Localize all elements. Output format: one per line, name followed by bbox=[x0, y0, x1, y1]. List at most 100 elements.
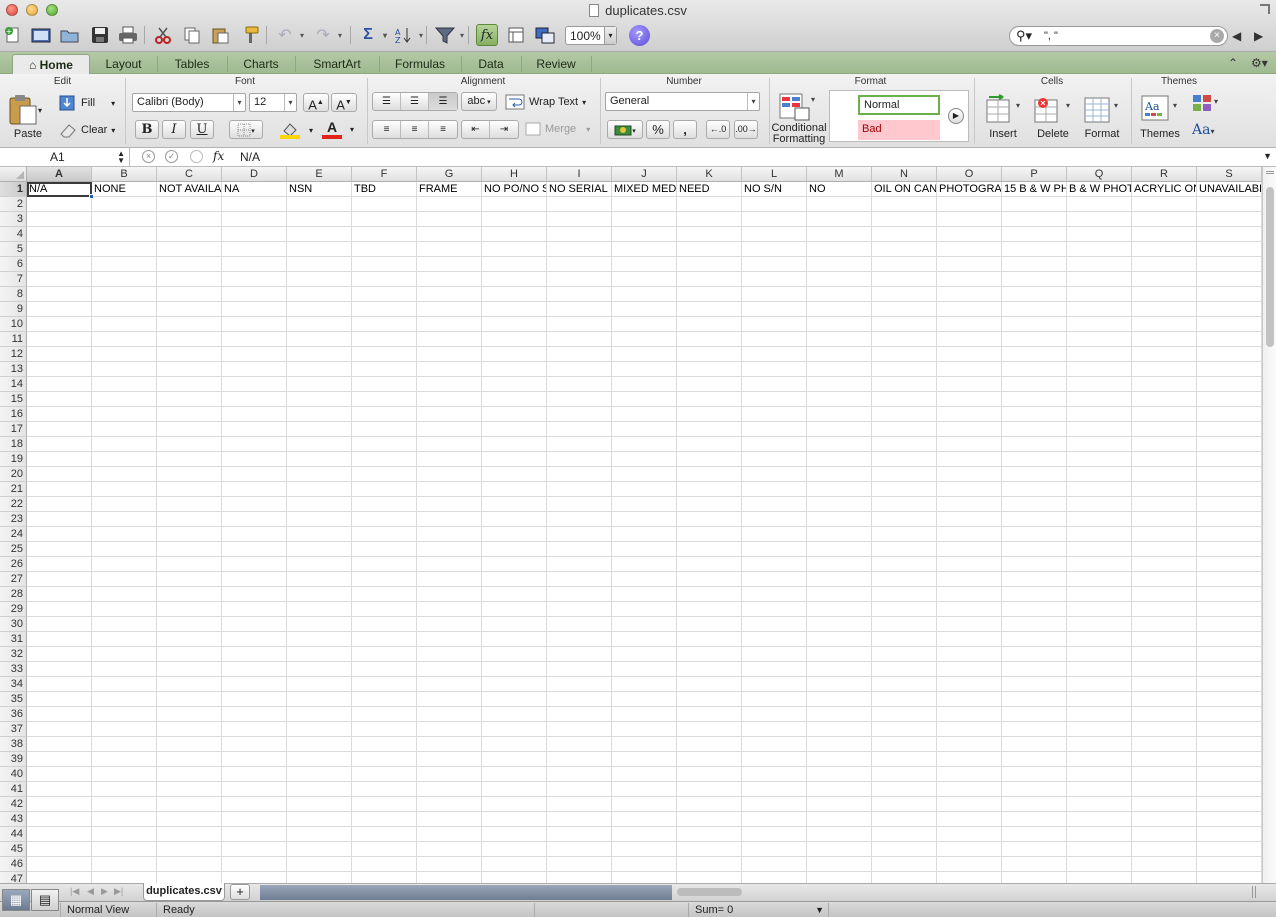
row-header[interactable]: 27 bbox=[0, 572, 27, 587]
row-header[interactable]: 29 bbox=[0, 602, 27, 617]
column-header[interactable]: S bbox=[1197, 167, 1262, 182]
row-header[interactable]: 45 bbox=[0, 842, 27, 857]
bold-button[interactable]: B bbox=[135, 120, 159, 139]
media-browser-icon[interactable] bbox=[534, 24, 556, 46]
column-header[interactable]: H bbox=[482, 167, 547, 182]
align-top-icon[interactable]: ☰ bbox=[373, 93, 401, 110]
fill-handle[interactable] bbox=[89, 194, 94, 199]
row-header[interactable]: 17 bbox=[0, 422, 27, 437]
search-icon[interactable]: ⚲▾ bbox=[1016, 28, 1032, 44]
format-painter-icon[interactable] bbox=[239, 24, 261, 46]
zoom-select[interactable]: 100% ▾ bbox=[565, 26, 617, 45]
row-header[interactable]: 20 bbox=[0, 467, 27, 482]
sheet-tab-duplicates[interactable]: duplicates.csv bbox=[143, 883, 225, 901]
spreadsheet-grid[interactable]: A B C D E F G H I J K L M N O P Q R S 1 2 3 4 5 6 7 8 9 10 11 12 13 14 15… bbox=[0, 167, 1262, 883]
tab-home[interactable]: ⌂ Home bbox=[12, 54, 90, 74]
themes-gallery-icon[interactable]: Aa ▾ bbox=[1141, 94, 1181, 124]
cell[interactable]: B & W PHOT bbox=[1067, 182, 1132, 197]
new-document-icon[interactable]: + bbox=[2, 24, 24, 46]
underline-button[interactable]: U bbox=[190, 120, 214, 139]
cell-area[interactable] bbox=[27, 182, 1262, 883]
row-header[interactable]: 6 bbox=[0, 257, 27, 272]
row-header[interactable]: 34 bbox=[0, 677, 27, 692]
search-previous-icon[interactable]: ◀ bbox=[1232, 29, 1241, 43]
align-middle-icon[interactable]: ☰ bbox=[401, 93, 429, 110]
row-header[interactable]: 47 bbox=[0, 872, 27, 883]
cancel-entry-icon[interactable]: × bbox=[142, 150, 155, 163]
row-header[interactable]: 18 bbox=[0, 437, 27, 452]
cell[interactable]: TBD bbox=[352, 182, 417, 197]
row-header[interactable]: 5 bbox=[0, 242, 27, 257]
wrap-text-button[interactable]: Wrap Text ▾ bbox=[505, 94, 586, 110]
tab-smartart[interactable]: SmartArt bbox=[295, 54, 379, 74]
ribbon-settings-icon[interactable]: ⚙▾ bbox=[1251, 56, 1268, 70]
column-header[interactable]: E bbox=[287, 167, 352, 182]
column-header[interactable]: R bbox=[1132, 167, 1197, 182]
cell[interactable]: OIL ON CANV bbox=[872, 182, 937, 197]
active-cell[interactable]: N/A bbox=[27, 182, 92, 197]
status-sum[interactable]: Sum= 0 ▼ bbox=[688, 903, 828, 917]
row-header[interactable]: 22 bbox=[0, 497, 27, 512]
font-name-dropdown-icon[interactable]: ▾ bbox=[233, 94, 245, 111]
cell[interactable]: 15 B & W PH bbox=[1002, 182, 1067, 197]
column-header[interactable]: K bbox=[677, 167, 742, 182]
fill-dropdown-icon[interactable]: ▾ bbox=[111, 99, 115, 108]
tab-formulas[interactable]: Formulas bbox=[379, 54, 461, 74]
column-header[interactable]: I bbox=[547, 167, 612, 182]
styles-next-icon[interactable]: ▶ bbox=[948, 108, 964, 124]
increase-decimal-button[interactable]: ←.0 bbox=[706, 120, 730, 139]
row-header[interactable]: 46 bbox=[0, 857, 27, 872]
last-sheet-icon[interactable]: ▶| bbox=[114, 886, 123, 897]
cell[interactable]: PHOTOGRAP bbox=[937, 182, 1002, 197]
theme-colors-icon[interactable]: ▾ bbox=[1192, 94, 1222, 114]
row-header[interactable]: 13 bbox=[0, 362, 27, 377]
fill-color-button[interactable]: ▾ bbox=[279, 121, 313, 139]
copy-icon[interactable] bbox=[181, 24, 203, 46]
tab-review[interactable]: Review bbox=[521, 54, 591, 74]
undo-icon[interactable]: ↶ bbox=[274, 24, 304, 46]
row-header[interactable]: 30 bbox=[0, 617, 27, 632]
text-orientation-button[interactable]: abc ▾ bbox=[461, 92, 497, 111]
paste-dropdown-icon[interactable]: ▾ bbox=[38, 106, 42, 115]
row-header[interactable]: 21 bbox=[0, 482, 27, 497]
comma-format-button[interactable]: , bbox=[673, 120, 697, 139]
normal-view-button[interactable]: ▦ bbox=[2, 889, 30, 911]
row-header[interactable]: 10 bbox=[0, 317, 27, 332]
row-header[interactable]: 1 bbox=[0, 182, 27, 197]
horizontal-scroll-track[interactable] bbox=[260, 885, 672, 900]
row-header[interactable]: 4 bbox=[0, 227, 27, 242]
column-header[interactable]: D bbox=[222, 167, 287, 182]
font-size-select[interactable]: 12 ▾ bbox=[249, 93, 297, 112]
merge-button[interactable]: Merge ▾ bbox=[525, 122, 590, 136]
vertical-scrollbar[interactable] bbox=[1262, 167, 1276, 883]
cell[interactable]: NOT AVAILA bbox=[157, 182, 222, 197]
decrease-indent-icon[interactable]: ⇤ bbox=[462, 121, 490, 138]
print-icon[interactable] bbox=[117, 24, 139, 46]
previous-sheet-icon[interactable]: ◀ bbox=[87, 886, 94, 897]
row-header[interactable]: 39 bbox=[0, 752, 27, 767]
font-color-button[interactable]: A ▾ bbox=[322, 120, 354, 139]
increase-indent-icon[interactable]: ⇥ bbox=[490, 121, 518, 138]
row-header[interactable]: 44 bbox=[0, 827, 27, 842]
cell[interactable]: ACRYLIC ON bbox=[1132, 182, 1197, 197]
page-layout-view-button[interactable]: ▤ bbox=[31, 889, 59, 911]
column-header[interactable]: G bbox=[417, 167, 482, 182]
row-header[interactable]: 38 bbox=[0, 737, 27, 752]
number-format-dropdown-icon[interactable]: ▾ bbox=[747, 93, 759, 110]
formula-input[interactable]: N/A bbox=[240, 150, 260, 164]
row-header[interactable]: 33 bbox=[0, 662, 27, 677]
expand-formula-bar-icon[interactable]: ▼ bbox=[1263, 151, 1272, 161]
row-header[interactable]: 3 bbox=[0, 212, 27, 227]
column-header[interactable]: O bbox=[937, 167, 1002, 182]
cell[interactable]: NO PO/NO S bbox=[482, 182, 547, 197]
delete-cells-icon[interactable]: ▾ bbox=[1033, 94, 1075, 124]
row-header[interactable]: 28 bbox=[0, 587, 27, 602]
column-header[interactable]: F bbox=[352, 167, 417, 182]
insert-cells-icon[interactable]: ▾ bbox=[985, 94, 1025, 124]
align-left-icon[interactable]: ≡ bbox=[373, 121, 401, 138]
column-header[interactable]: P bbox=[1002, 167, 1067, 182]
style-normal[interactable]: Normal bbox=[858, 95, 940, 115]
merge-dropdown-icon[interactable]: ▾ bbox=[586, 125, 590, 134]
cell[interactable]: NO SERIAL N bbox=[547, 182, 612, 197]
cell[interactable]: NONE bbox=[92, 182, 157, 197]
